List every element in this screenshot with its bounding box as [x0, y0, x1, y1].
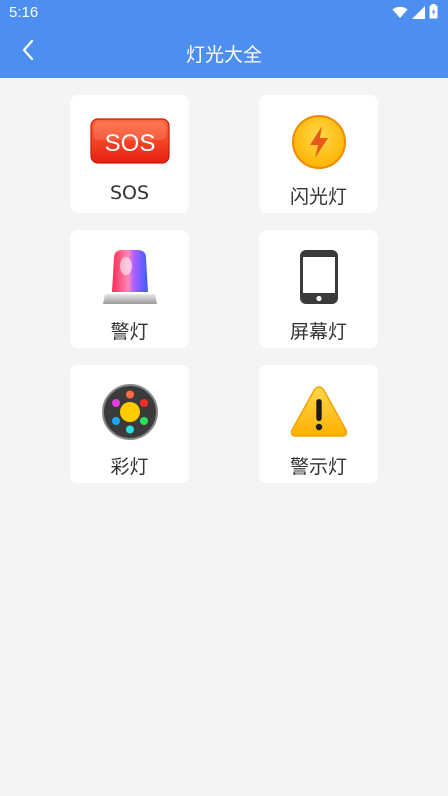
card-flash[interactable]: 闪光灯	[259, 95, 378, 213]
color-light-icon	[70, 383, 189, 441]
card-label: 屏幕灯	[289, 321, 347, 343]
status-bar: 5:16	[0, 0, 448, 26]
phone-icon	[259, 248, 378, 306]
card-siren[interactable]: 警灯	[70, 230, 189, 348]
card-screen-light[interactable]: 屏幕灯	[259, 230, 378, 348]
sos-icon: SOS	[70, 113, 189, 171]
page-title: 灯光大全	[185, 44, 262, 66]
card-label: 警灯	[110, 321, 149, 343]
wifi-icon	[392, 4, 408, 23]
sos-badge-text: SOS	[104, 130, 155, 157]
card-label: 闪光灯	[289, 186, 347, 208]
status-time: 5:16	[9, 4, 39, 21]
signal-icon	[412, 4, 425, 23]
siren-icon	[70, 248, 189, 306]
card-sos[interactable]: SOS SOS	[70, 95, 189, 213]
status-icons	[392, 3, 438, 23]
flash-icon	[259, 113, 378, 171]
card-label: SOS	[109, 182, 150, 204]
battery-icon	[429, 3, 438, 23]
top-app-bar: 5:16 灯光大全	[0, 0, 448, 78]
card-warning-light[interactable]: 警示灯	[259, 365, 378, 483]
card-label: 警示灯	[289, 456, 347, 478]
card-label: 彩灯	[110, 456, 149, 478]
card-color-light[interactable]: 彩灯	[70, 365, 189, 483]
warning-icon	[259, 383, 378, 441]
